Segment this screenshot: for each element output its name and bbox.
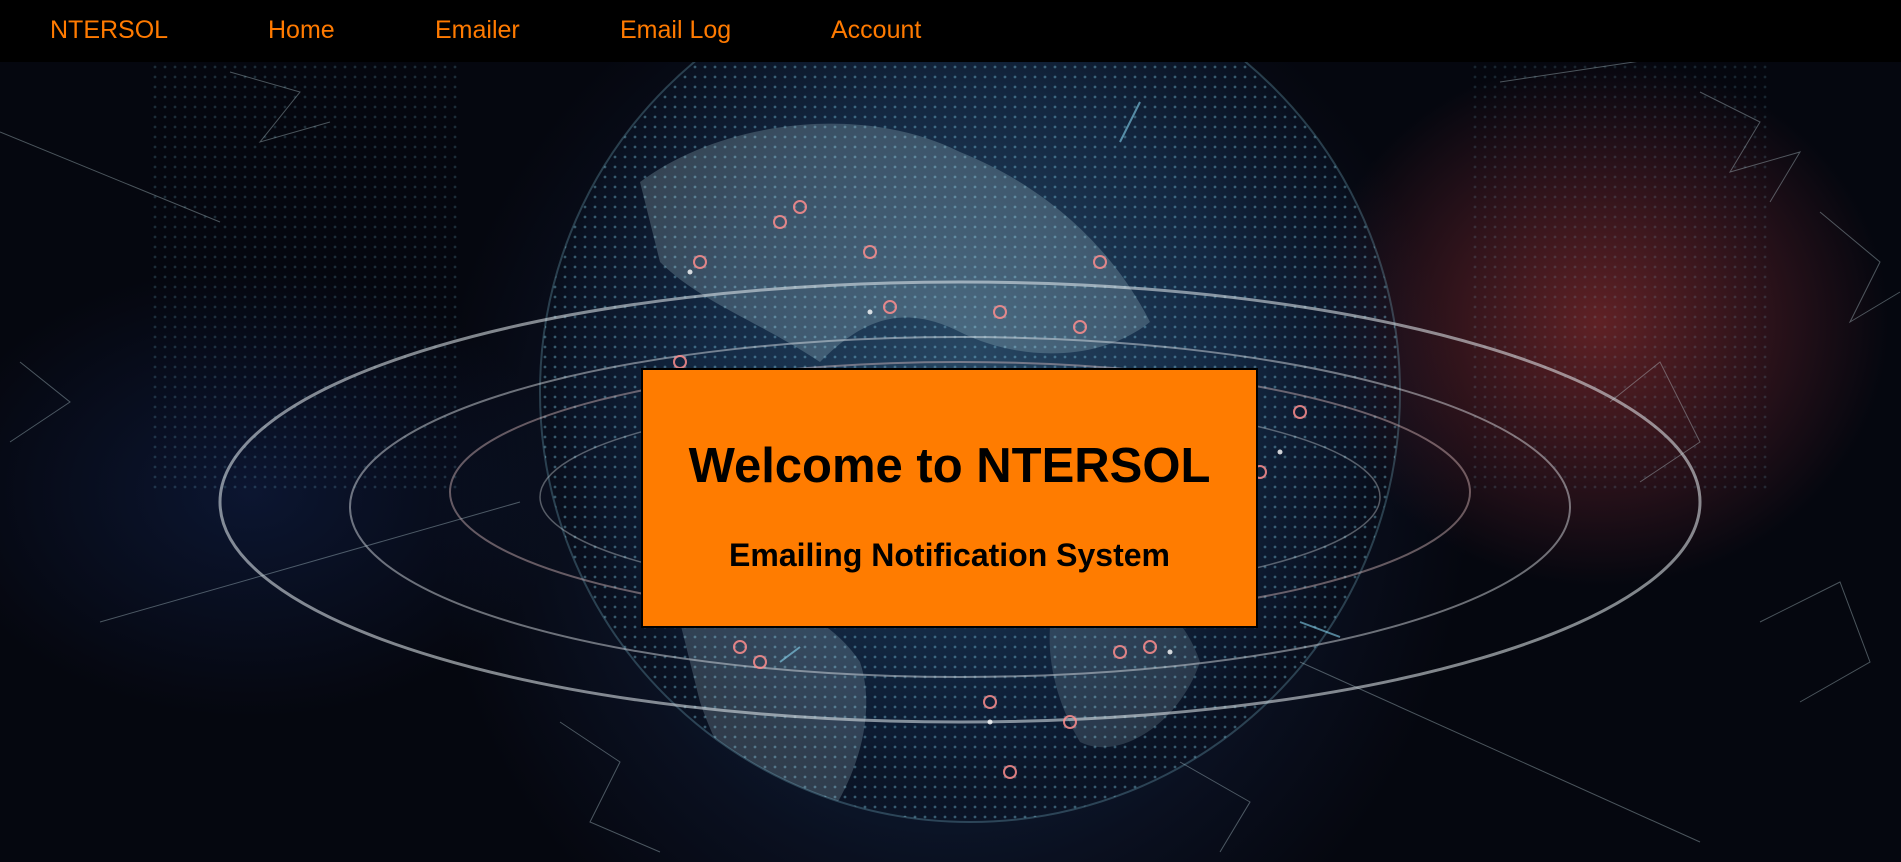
brand-link[interactable]: NTERSOL xyxy=(50,14,168,46)
hero-banner: Welcome to NTERSOL Emailing Notification… xyxy=(0,62,1901,862)
nav-link-home[interactable]: Home xyxy=(268,14,335,46)
nav-link-emailer[interactable]: Emailer xyxy=(435,14,520,46)
top-navbar: NTERSOL Home Emailer Email Log Account xyxy=(0,0,1901,62)
welcome-card: Welcome to NTERSOL Emailing Notification… xyxy=(641,368,1258,628)
nav-link-account[interactable]: Account xyxy=(831,14,921,46)
welcome-title: Welcome to NTERSOL xyxy=(688,439,1211,493)
welcome-subtitle: Emailing Notification System xyxy=(729,537,1170,573)
nav-link-email-log[interactable]: Email Log xyxy=(620,14,731,46)
